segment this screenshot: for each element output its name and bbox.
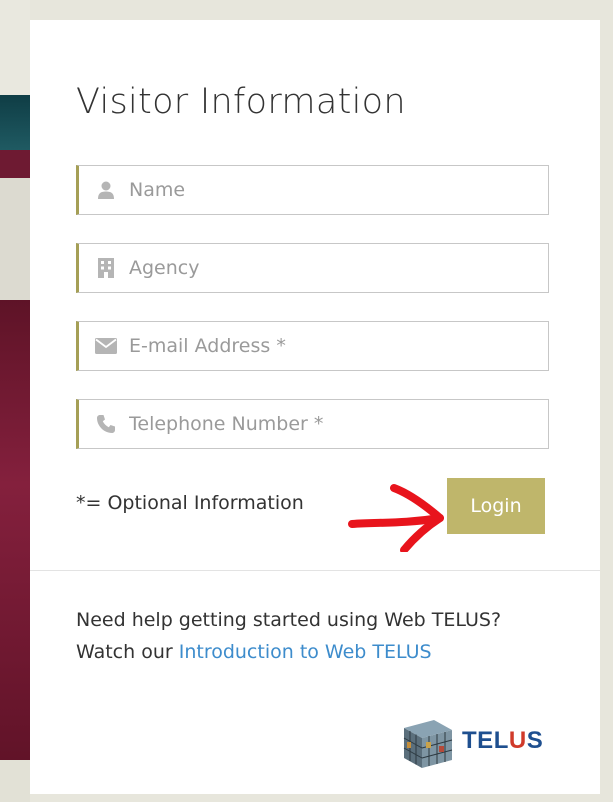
email-input[interactable] — [129, 335, 529, 357]
name-field[interactable] — [76, 165, 549, 215]
name-input[interactable] — [129, 179, 529, 201]
telus-wordmark: TELUS — [462, 727, 544, 754]
user-icon — [95, 179, 117, 201]
background-band-maroon-large — [0, 300, 30, 760]
optional-information-note: *= Optional Information — [76, 492, 304, 514]
introduction-link[interactable]: Introduction to Web TELUS — [179, 641, 432, 663]
help-line-1: Need help getting started using Web TELU… — [76, 609, 502, 631]
background-band-maroon — [0, 150, 30, 178]
email-field[interactable] — [76, 321, 549, 371]
login-button[interactable]: Login — [447, 478, 545, 534]
divider — [30, 570, 600, 571]
agency-input[interactable] — [129, 257, 529, 279]
visitor-login-card: Visitor Information Name Agency E-mail A… — [30, 20, 600, 794]
telephone-input[interactable] — [129, 413, 529, 435]
telus-cube-icon — [403, 720, 453, 768]
background-top — [0, 0, 30, 95]
building-icon — [95, 257, 117, 279]
help-text: Need help getting started using Web TELU… — [76, 604, 576, 668]
telephone-field[interactable] — [76, 399, 549, 449]
telus-logo: TELUS — [398, 712, 543, 770]
background-bottom — [0, 760, 30, 802]
phone-icon — [95, 413, 117, 435]
form-title: Visitor Information — [76, 82, 406, 122]
envelope-icon — [95, 335, 117, 357]
background-band-teal — [0, 95, 30, 150]
help-line-2-prefix: Watch our — [76, 641, 179, 663]
help-line-2: Watch our Introduction to Web TELUS — [76, 636, 576, 668]
background-band-grey — [0, 178, 30, 300]
agency-field[interactable] — [76, 243, 549, 293]
red-arrow-annotation — [348, 484, 444, 552]
